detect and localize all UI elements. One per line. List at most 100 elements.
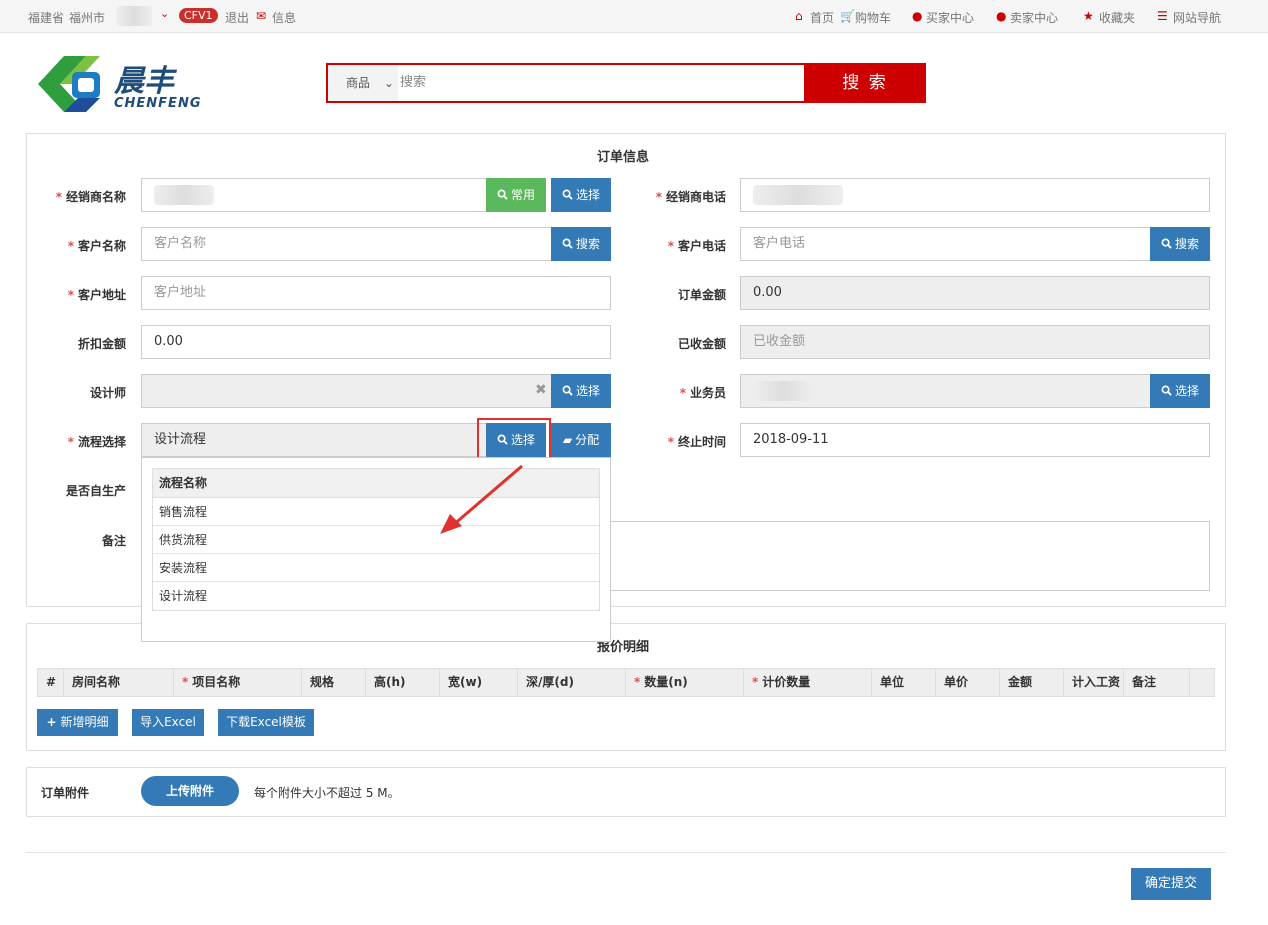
chevron-down-icon[interactable]: ⌄ (160, 7, 169, 20)
search-icon (562, 385, 573, 396)
highlight-box (477, 418, 551, 462)
add-detail-button[interactable]: + 新增明细 (37, 709, 118, 736)
search-category-select[interactable]: 商品 ⌄ (328, 65, 398, 101)
logo-mark-icon (38, 56, 100, 112)
dealer-name-field[interactable] (141, 178, 487, 212)
level-badge: CFV1 (179, 8, 218, 23)
chevron-down-icon: ⌄ (383, 76, 394, 90)
search-icon (562, 238, 573, 249)
search-icon (562, 189, 573, 200)
star-icon: ★ (1083, 9, 1094, 23)
logo-subtitle: CHENFENG (114, 96, 202, 111)
column-header: 房间名称 (64, 669, 174, 696)
divider (26, 852, 1226, 853)
logo[interactable]: 晨丰 CHENFENG (28, 48, 218, 120)
home-link[interactable]: 首页 (810, 9, 834, 26)
plus-icon: + (46, 715, 57, 729)
annotation-arrow-icon (440, 464, 523, 534)
quote-table-header: # 房间名称 * 项目名称 规格 高(h) 宽(w) 深/厚(d) * 数量(n) … (37, 668, 1215, 697)
user-icon: ● (912, 9, 923, 23)
column-header: 金额 (1000, 669, 1064, 696)
column-header: 备注 (1124, 669, 1190, 696)
assign-flow-button[interactable]: ▰ 分配 (551, 423, 611, 457)
messages-link[interactable]: 信息 (272, 9, 296, 26)
site-nav-link[interactable]: 网站导航 (1173, 9, 1221, 26)
dealer-phone-field[interactable] (740, 178, 1210, 212)
flow-option[interactable]: 设计流程 (153, 582, 599, 610)
search-placeholder: 搜索 (400, 75, 427, 90)
flow-option[interactable]: 安装流程 (153, 554, 599, 582)
flow-table-header: 流程名称 (153, 469, 599, 498)
username-blurred (116, 6, 152, 26)
flow-field: 设计流程 (141, 423, 487, 457)
common-dealer-button[interactable]: 常用 (486, 178, 546, 212)
city-selector[interactable]: 福州市 (69, 9, 105, 26)
list-icon: ☰ (1157, 9, 1168, 23)
search-bar: 商品 ⌄ 搜索 搜 索 (326, 63, 926, 103)
flow-option[interactable]: 销售流程 (153, 498, 599, 526)
customer-phone-label: * 客户电话 (667, 239, 726, 253)
import-excel-button[interactable]: 导入Excel (132, 709, 204, 736)
end-time-field[interactable]: 2018-09-11 (740, 423, 1210, 457)
cart-icon: 🛒 (840, 9, 855, 23)
column-header: # (38, 669, 64, 696)
column-header: * 数量(n) (626, 669, 744, 696)
search-icon (1161, 238, 1172, 249)
column-header: 宽(w) (440, 669, 518, 696)
seller-center-link[interactable]: 卖家中心 (1010, 9, 1058, 26)
search-icon (1161, 385, 1172, 396)
customer-address-field[interactable]: 客户地址 (141, 276, 611, 310)
self-produce-label: 是否自生产 (65, 484, 126, 498)
submit-button[interactable]: 确定提交 (1131, 868, 1211, 900)
favorites-link[interactable]: 收藏夹 (1099, 9, 1135, 26)
column-header: 单位 (872, 669, 936, 696)
column-header: 深/厚(d) (518, 669, 626, 696)
upload-attachment-button[interactable]: 上传附件 (141, 776, 239, 806)
search-customer-button[interactable]: 搜索 (551, 227, 611, 261)
download-template-button[interactable]: 下载Excel模板 (218, 709, 314, 736)
logo-title: 晨丰 (114, 64, 174, 99)
envelope-icon: ✉ (256, 9, 267, 23)
column-header: 单价 (936, 669, 1000, 696)
order-amount-field: 0.00 (740, 276, 1210, 310)
cart-link[interactable]: 购物车 (855, 9, 891, 26)
column-header: * 项目名称 (174, 669, 302, 696)
flow-option[interactable]: 供货流程 (153, 526, 599, 554)
search-phone-button[interactable]: 搜索 (1150, 227, 1210, 261)
clear-icon[interactable]: ✖ (535, 382, 547, 398)
logout-link[interactable]: 退出 (225, 9, 249, 26)
salesman-field (740, 374, 1151, 408)
salesman-label: * 业务员 (679, 386, 726, 400)
dealer-name-label: * 经销商名称 (55, 190, 126, 204)
attachment-label: 订单附件 (41, 786, 90, 800)
order-info-title: 订单信息 (597, 150, 650, 165)
flow-table: 流程名称 销售流程 供货流程 安装流程 设计流程 (152, 468, 600, 611)
remark-label: 备注 (101, 534, 126, 548)
customer-phone-field[interactable]: 客户电话 (740, 227, 1151, 261)
search-button[interactable]: 搜 索 (804, 63, 926, 103)
column-header: 高(h) (366, 669, 440, 696)
select-salesman-button[interactable]: 选择 (1150, 374, 1210, 408)
user-icon: ● (996, 9, 1007, 23)
dealer-phone-label: * 经销商电话 (655, 190, 726, 204)
search-category-label: 商品 (346, 76, 371, 90)
flow-dropdown: 流程名称 销售流程 供货流程 安装流程 设计流程 (141, 457, 611, 642)
select-designer-button[interactable]: 选择 (551, 374, 611, 408)
search-input[interactable]: 搜索 (400, 65, 800, 101)
designer-field (141, 374, 552, 408)
received-amount-field: 已收金额 (740, 325, 1210, 359)
customer-name-label: * 客户名称 (67, 239, 126, 253)
customer-name-field[interactable]: 客户名称 (141, 227, 552, 261)
designer-label: 设计师 (89, 386, 126, 400)
flow-label: * 流程选择 (67, 435, 126, 449)
discount-amount-label: 折扣金额 (77, 337, 126, 351)
search-icon (497, 189, 508, 200)
received-amount-label: 已收金额 (677, 337, 726, 351)
end-time-label: * 终止时间 (667, 435, 726, 449)
sitemap-icon: ▰ (562, 433, 573, 447)
discount-amount-field[interactable]: 0.00 (141, 325, 611, 359)
customer-address-label: * 客户地址 (67, 288, 126, 302)
buyer-center-link[interactable]: 买家中心 (926, 9, 974, 26)
top-bar: 福建省 福州市 ⌄ CFV1 退出 ✉ 信息 ⌂ 首页 🛒 购物车 ● 买家中心… (0, 0, 1268, 33)
select-dealer-button[interactable]: 选择 (551, 178, 611, 212)
